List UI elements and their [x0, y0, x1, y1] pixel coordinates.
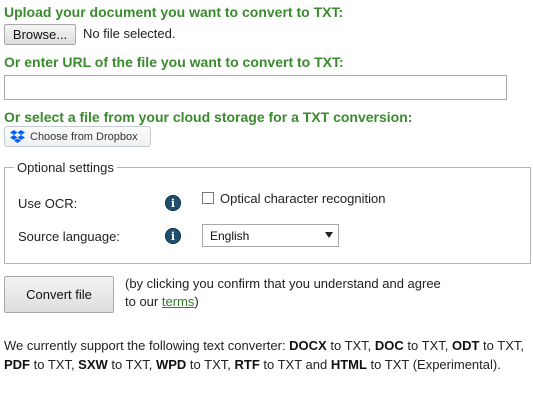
- ocr-info-icon[interactable]: i: [165, 195, 181, 211]
- format-suffix: to TXT,: [186, 357, 235, 372]
- source-language-select[interactable]: English: [202, 224, 339, 247]
- dropbox-button-label: Choose from Dropbox: [30, 130, 138, 143]
- cloud-heading: Or select a file from your cloud storage…: [4, 109, 413, 125]
- format-suffix: to TXT,: [479, 338, 524, 353]
- format-sxw: SXW: [78, 357, 108, 372]
- confirm-suffix: ): [194, 294, 199, 309]
- source-language-label: Source language:: [18, 229, 120, 244]
- terms-link[interactable]: terms: [162, 294, 195, 309]
- format-rtf: RTF: [234, 357, 260, 372]
- supported-converters-text: We currently support the following text …: [4, 336, 529, 374]
- choose-from-dropbox-button[interactable]: Choose from Dropbox: [4, 126, 151, 147]
- support-intro: We currently support the following text …: [4, 338, 290, 353]
- format-suffix: to TXT,: [30, 357, 79, 372]
- convert-file-button[interactable]: Convert file: [4, 276, 114, 313]
- format-html: HTML: [330, 357, 367, 372]
- format-suffix: to TXT and: [259, 357, 331, 372]
- ocr-checkbox[interactable]: [202, 192, 214, 204]
- format-docx: DOCX: [289, 338, 327, 353]
- converter-page: Upload your document you want to convert…: [0, 0, 533, 397]
- browse-button[interactable]: Browse...: [4, 24, 76, 45]
- url-input[interactable]: [4, 75, 507, 100]
- upload-heading: Upload your document you want to convert…: [4, 4, 344, 20]
- format-doc: DOC: [374, 338, 404, 353]
- dropbox-icon: [10, 130, 25, 143]
- optional-settings-legend: Optional settings: [17, 160, 114, 175]
- url-heading: Or enter URL of the file you want to con…: [4, 54, 344, 70]
- format-suffix: to TXT,: [326, 338, 375, 353]
- no-file-selected-text: No file selected.: [83, 26, 176, 41]
- ocr-checkbox-label[interactable]: Optical character recognition: [220, 191, 385, 206]
- optional-settings-fieldset: Optional settings: [4, 160, 531, 264]
- terms-confirmation-text: (by clicking you confirm that you unders…: [125, 275, 455, 311]
- format-suffix: to TXT,: [107, 357, 156, 372]
- use-ocr-label: Use OCR:: [18, 196, 78, 211]
- format-pdf: PDF: [4, 357, 30, 372]
- chevron-down-icon: [325, 232, 333, 238]
- language-info-icon[interactable]: i: [165, 228, 181, 244]
- format-wpd: WPD: [155, 357, 187, 372]
- format-suffix: to TXT (Experimental).: [366, 357, 501, 372]
- format-odt: ODT: [451, 338, 480, 353]
- format-suffix: to TXT,: [403, 338, 452, 353]
- source-language-value: English: [210, 228, 250, 243]
